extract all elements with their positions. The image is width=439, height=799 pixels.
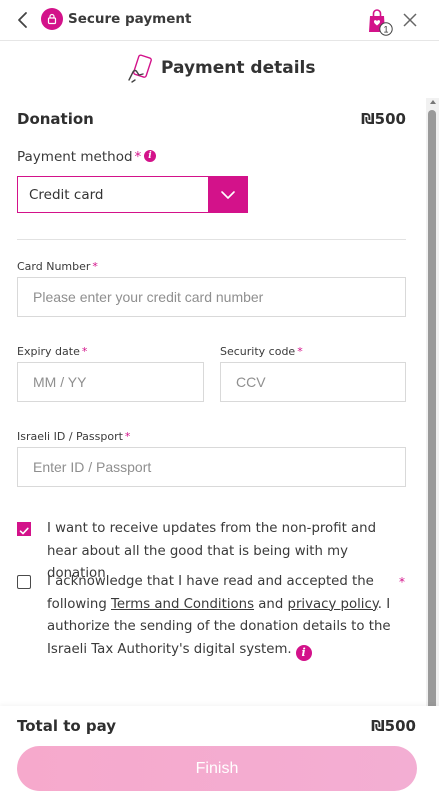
card-number-input[interactable] [17, 277, 406, 317]
header-bar: Secure payment 1 [0, 0, 439, 41]
terms-text-part: and [254, 596, 288, 612]
updates-consent-row: I want to receive updates from the non-p… [17, 518, 409, 581]
info-icon[interactable]: i [295, 644, 312, 661]
required-mark: * [399, 575, 405, 589]
id-passport-label: Israeli ID / Passport * [17, 430, 130, 443]
donation-row: Donation ₪500 [17, 110, 406, 128]
finish-button[interactable]: Finish [17, 746, 417, 791]
terms-consent-text: I acknowledge that I have read and accep… [47, 571, 397, 661]
total-to-pay-label: Total to pay [17, 717, 117, 735]
scroll-up-arrow-icon[interactable] [430, 100, 436, 104]
payment-method-label: Payment method * [17, 149, 141, 165]
close-icon[interactable] [402, 12, 418, 28]
lock-icon [41, 8, 63, 30]
page-title-row: Payment details [0, 52, 439, 86]
security-code-label: Security code * [220, 345, 303, 358]
chevron-down-icon [221, 190, 235, 199]
security-code-input[interactable] [220, 362, 406, 402]
id-passport-input[interactable] [17, 447, 406, 487]
updates-checkbox[interactable] [17, 522, 31, 536]
id-passport-label-text: Israeli ID / Passport [17, 430, 123, 443]
card-number-label: Card Number * [17, 260, 98, 273]
expiry-date-label: Expiry date * [17, 345, 87, 358]
required-mark: * [124, 430, 131, 443]
required-mark: * [81, 345, 88, 358]
terms-consent-row: I acknowledge that I have read and accep… [17, 571, 409, 663]
payment-method-selected-value: Credit card [29, 187, 104, 203]
security-code-label-text: Security code [220, 345, 296, 358]
payment-method-select[interactable]: Credit card [17, 176, 248, 213]
scrollbar-thumb[interactable] [428, 110, 436, 710]
donation-label: Donation [17, 110, 94, 128]
required-mark: * [92, 260, 98, 273]
dropdown-toggle-button[interactable] [208, 176, 248, 213]
expiry-date-input[interactable] [17, 362, 204, 402]
card-number-label-text: Card Number [17, 260, 91, 273]
cart-count-badge: 1 [383, 24, 388, 34]
page-title: Payment details [161, 58, 316, 78]
terms-and-conditions-link[interactable]: Terms and Conditions [111, 597, 254, 612]
section-divider [17, 239, 406, 240]
chevron-left-icon[interactable] [16, 10, 30, 30]
donation-amount: ₪500 [361, 110, 406, 128]
payment-method-label-text: Payment method [17, 149, 133, 165]
terms-checkbox[interactable] [17, 575, 31, 589]
secure-payment-label: Secure payment [68, 11, 192, 27]
required-mark: * [134, 149, 142, 165]
footer-bar: Total to pay ₪500 Finish [0, 706, 439, 799]
privacy-policy-link[interactable]: privacy policy [288, 597, 378, 612]
card-hand-icon [128, 54, 152, 83]
checkmark-icon [19, 527, 29, 535]
shopping-bag-icon[interactable]: 1 [366, 6, 396, 38]
info-icon[interactable]: i [144, 150, 156, 162]
total-amount: ₪500 [371, 717, 416, 735]
required-mark: * [297, 345, 303, 358]
expiry-date-label-text: Expiry date [17, 345, 80, 358]
